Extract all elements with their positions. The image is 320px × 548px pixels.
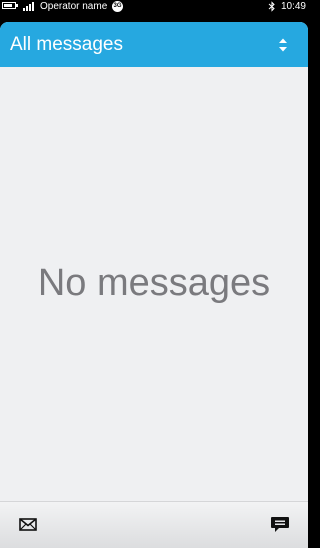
page-title[interactable]: All messages — [10, 34, 123, 56]
bluetooth-icon — [268, 1, 275, 12]
empty-state-text: No messages — [37, 262, 271, 304]
messages-app: All messages No messages — [0, 22, 308, 548]
new-message-bubble-icon[interactable] — [268, 512, 292, 536]
clock: 10:49 — [280, 1, 306, 12]
operator-name: Operator name — [40, 1, 108, 12]
status-bar: Operator name 3G 10:49 — [0, 0, 308, 13]
network-type-badge: 3G — [112, 1, 123, 12]
bottom-toolbar — [0, 501, 308, 548]
envelope-icon[interactable] — [16, 512, 40, 536]
signal-strength-icon — [23, 2, 36, 11]
header-bar[interactable]: All messages — [0, 22, 308, 67]
sort-arrows-icon[interactable] — [278, 37, 288, 53]
phone-screen: Operator name 3G 10:49 All messages No m… — [0, 0, 308, 548]
battery-icon — [2, 2, 18, 9]
